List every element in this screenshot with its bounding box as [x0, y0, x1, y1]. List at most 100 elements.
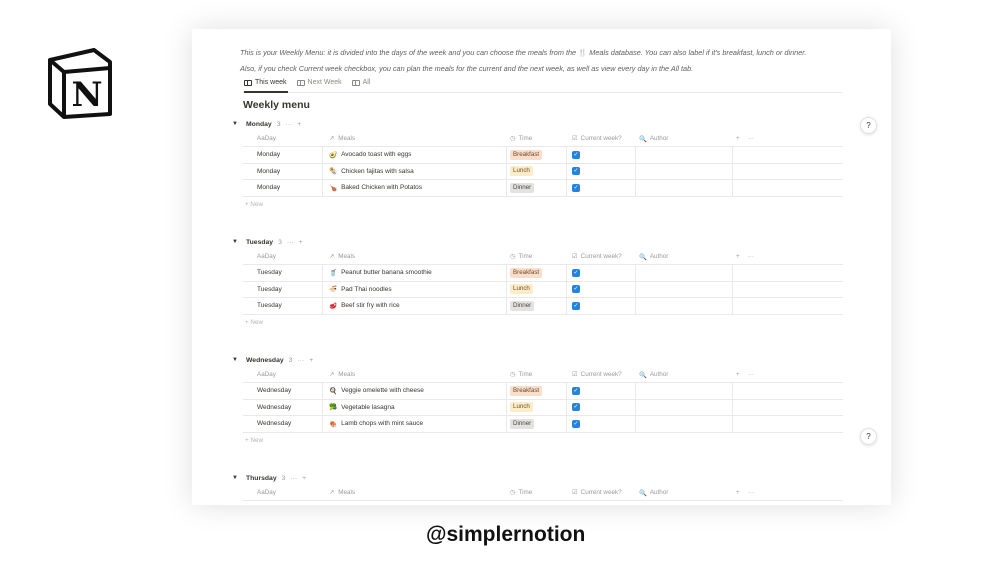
current-week-checkbox[interactable]: ✓: [572, 386, 580, 395]
column-author[interactable]: 🔍 Author: [636, 367, 733, 382]
meal-cell[interactable]: 🥤 Peanut butter banana smoothie: [323, 265, 507, 281]
more-options-button[interactable]: ···: [748, 135, 754, 142]
column-meals[interactable]: ↗ Meals: [323, 485, 507, 500]
time-cell[interactable]: Breakfast: [507, 147, 567, 163]
column-author[interactable]: 🔍 Author: [636, 131, 733, 146]
column-day[interactable]: Aa Day: [243, 249, 323, 264]
author-cell[interactable]: [636, 147, 733, 163]
column-time[interactable]: ◷ Time: [507, 131, 567, 146]
group-more-button[interactable]: ···: [297, 357, 304, 364]
current-week-checkbox[interactable]: ✓: [572, 403, 580, 412]
column-current-week[interactable]: ☑ Current week?: [567, 249, 636, 264]
meal-cell[interactable]: 🍗 Baked Chicken with Potatos: [323, 180, 507, 196]
column-current-week[interactable]: ☑ Current week?: [567, 485, 636, 500]
column-time[interactable]: ◷ Time: [507, 367, 567, 382]
group-more-button[interactable]: ···: [287, 239, 294, 246]
more-options-button[interactable]: ···: [748, 371, 754, 378]
group-add-button[interactable]: +: [299, 239, 303, 246]
day-cell[interactable]: Tuesday: [243, 281, 323, 297]
author-cell[interactable]: [636, 281, 733, 297]
author-cell[interactable]: [636, 265, 733, 281]
more-options-button[interactable]: ···: [748, 253, 754, 260]
current-week-checkbox[interactable]: ✓: [572, 183, 580, 192]
add-property-button[interactable]: +: [736, 253, 740, 260]
meal-link[interactable]: Avocado toast with eggs: [341, 151, 411, 158]
table-row[interactable]: Tuesday 🍜 Pad Thai noodles Lunch ✓: [243, 281, 843, 298]
group-more-button[interactable]: ···: [285, 121, 292, 128]
meal-link[interactable]: Veggie omelette with cheese: [341, 387, 424, 394]
column-current-week[interactable]: ☑ Current week?: [567, 131, 636, 146]
table-row[interactable]: Wednesday 🍖 Lamb chops with mint sauce Dinn…: [243, 416, 843, 433]
meal-cell[interactable]: 🥦 Vegetable lasagna: [323, 399, 507, 415]
time-cell[interactable]: Lunch: [507, 281, 567, 297]
help-button[interactable]: ?: [860, 428, 877, 445]
table-row[interactable]: Wednesday 🍳 Veggie omelette with cheese Bre…: [243, 383, 843, 400]
current-week-checkbox[interactable]: ✓: [572, 167, 580, 176]
current-week-checkbox[interactable]: ✓: [572, 150, 580, 159]
add-property-button[interactable]: +: [736, 489, 740, 496]
meal-link[interactable]: Lamb chops with mint sauce: [341, 420, 423, 427]
table-row[interactable]: Tuesday 🥩 Beef stir fry with rice Dinner ✓: [243, 298, 843, 315]
column-day[interactable]: Aa Day: [243, 367, 323, 382]
day-cell[interactable]: Monday: [243, 180, 323, 196]
table-row[interactable]: Wednesday 🥦 Vegetable lasagna Lunch ✓: [243, 399, 843, 416]
meal-cell[interactable]: 🍖 Lamb chops with mint sauce: [323, 416, 507, 432]
caret-down-icon[interactable]: ▼: [232, 475, 241, 481]
group-add-button[interactable]: +: [309, 357, 313, 364]
tab-next-week[interactable]: Next Week: [296, 79, 342, 86]
meal-link[interactable]: Beef stir fry with rice: [341, 302, 400, 309]
new-row-button[interactable]: + New: [243, 197, 843, 213]
current-week-checkbox[interactable]: ✓: [572, 301, 580, 310]
author-cell[interactable]: [636, 298, 733, 314]
meal-cell[interactable]: 🌯 Chicken fajitas with salsa: [323, 163, 507, 179]
meal-cell[interactable]: 🥑 Avocado toast with eggs: [323, 147, 507, 163]
author-cell[interactable]: [636, 163, 733, 179]
add-property-button[interactable]: +: [736, 371, 740, 378]
column-author[interactable]: 🔍 Author: [636, 249, 733, 264]
meal-cell[interactable]: 🍜 Pad Thai noodles: [323, 281, 507, 297]
current-week-checkbox[interactable]: ✓: [572, 285, 580, 294]
new-row-button[interactable]: + New: [243, 315, 843, 331]
author-cell[interactable]: [636, 180, 733, 196]
author-cell[interactable]: [636, 416, 733, 432]
column-time[interactable]: ◷ Time: [507, 485, 567, 500]
column-current-week[interactable]: ☑ Current week?: [567, 367, 636, 382]
author-cell[interactable]: [636, 399, 733, 415]
column-meals[interactable]: ↗ Meals: [323, 131, 507, 146]
more-options-button[interactable]: ···: [748, 489, 754, 496]
tab-this-week[interactable]: This week: [244, 79, 287, 86]
time-cell[interactable]: Breakfast: [507, 265, 567, 281]
meal-link[interactable]: Baked Chicken with Potatos: [341, 184, 422, 191]
column-day[interactable]: Aa Day: [243, 485, 323, 500]
day-cell[interactable]: Monday: [243, 163, 323, 179]
meal-link[interactable]: Pad Thai noodles: [341, 286, 391, 293]
meal-link[interactable]: Chicken fajitas with salsa: [341, 168, 414, 175]
column-time[interactable]: ◷ Time: [507, 249, 567, 264]
day-cell[interactable]: Tuesday: [243, 265, 323, 281]
column-meals[interactable]: ↗ Meals: [323, 367, 507, 382]
table-row[interactable]: Monday 🌯 Chicken fajitas with salsa Lunch ✓: [243, 163, 843, 180]
table-row[interactable]: Monday 🥑 Avocado toast with eggs Breakfast ✓: [243, 147, 843, 164]
caret-down-icon[interactable]: ▼: [232, 239, 241, 245]
day-cell[interactable]: Monday: [243, 147, 323, 163]
new-row-button[interactable]: + New: [243, 433, 843, 449]
meal-cell[interactable]: 🍳 Veggie omelette with cheese: [323, 383, 507, 399]
group-add-button[interactable]: +: [297, 121, 301, 128]
column-day[interactable]: Aa Day: [243, 131, 323, 146]
column-meals[interactable]: ↗ Meals: [323, 249, 507, 264]
help-button[interactable]: ?: [860, 117, 877, 134]
time-cell[interactable]: Dinner: [507, 180, 567, 196]
tab-all[interactable]: All: [351, 79, 370, 86]
meal-cell[interactable]: 🥩 Beef stir fry with rice: [323, 298, 507, 314]
group-more-button[interactable]: ···: [290, 475, 297, 482]
meal-link[interactable]: Peanut butter banana smoothie: [341, 269, 432, 276]
time-cell[interactable]: Dinner: [507, 416, 567, 432]
table-row[interactable]: Monday 🍗 Baked Chicken with Potatos Dinner ✓: [243, 180, 843, 197]
time-cell[interactable]: Dinner: [507, 298, 567, 314]
add-property-button[interactable]: +: [736, 135, 740, 142]
meal-link[interactable]: Vegetable lasagna: [341, 404, 395, 411]
time-cell[interactable]: Lunch: [507, 399, 567, 415]
day-cell[interactable]: Wednesday: [243, 416, 323, 432]
group-add-button[interactable]: +: [302, 475, 306, 482]
day-cell[interactable]: Wednesday: [243, 399, 323, 415]
